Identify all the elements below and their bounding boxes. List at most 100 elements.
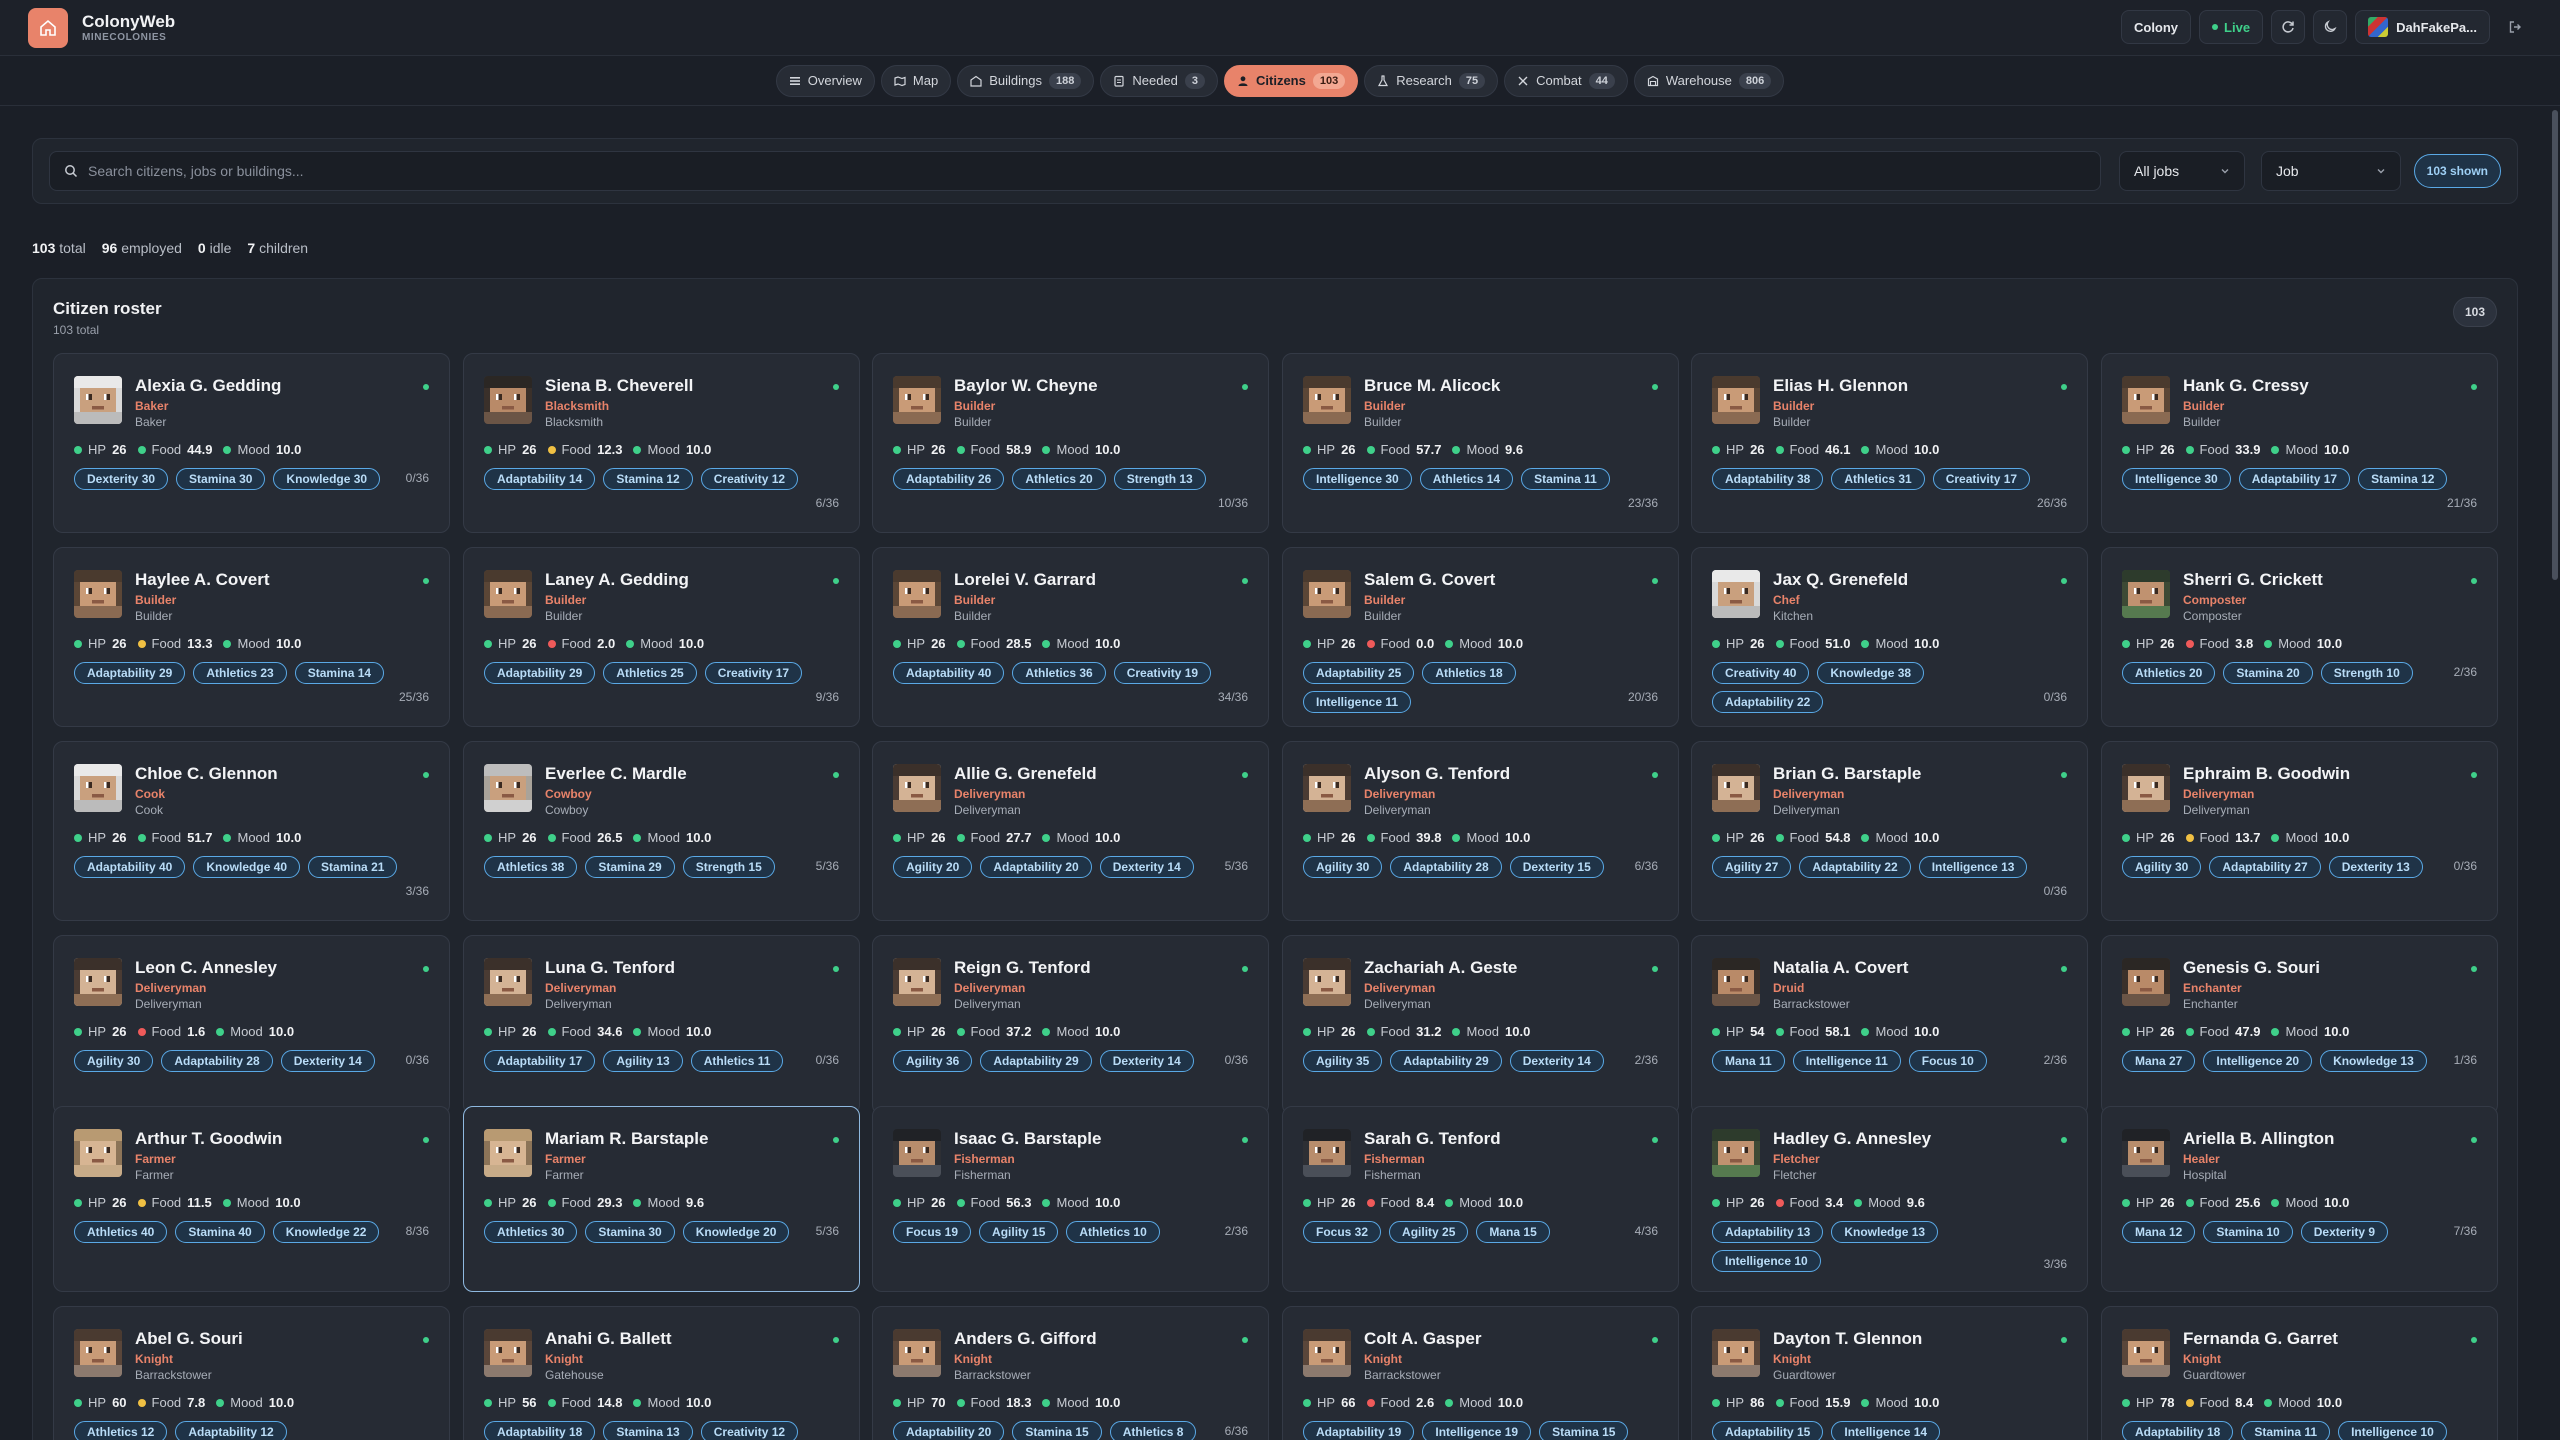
sort-select[interactable]: Job — [2261, 151, 2401, 191]
citizen-card[interactable]: Sarah G. Tenford Fisherman Fisherman HP 26 Fo… — [1282, 1106, 1679, 1292]
scrollbar-thumb[interactable] — [2552, 110, 2558, 580]
skill-badge: Stamina 15 — [1012, 1421, 1102, 1440]
citizen-card[interactable]: Baylor W. Cheyne Builder Builder HP 26 Food 58… — [872, 353, 1269, 533]
job-filter-select[interactable]: All jobs — [2119, 151, 2245, 191]
citizen-card[interactable]: Mariam R. Barstaple Farmer Farmer HP 26 Food 2… — [463, 1106, 860, 1292]
skill-badge: Athletics 31 — [1831, 468, 1925, 490]
tab-overview[interactable]: Overview — [775, 64, 875, 97]
citizen-card[interactable]: Dayton T. Glennon Knight Guardtower HP 86 Foo… — [1691, 1306, 2088, 1440]
citizen-name: Sarah G. Tenford — [1364, 1129, 1501, 1148]
colony-button[interactable]: Colony — [2120, 10, 2192, 44]
citizen-card[interactable]: Luna G. Tenford Deliveryman Deliveryman HP 2… — [463, 935, 860, 1115]
citizen-name: Haylee A. Covert — [135, 570, 270, 589]
status-dot-icon — [1242, 966, 1248, 972]
food-value: 56.3 — [1006, 1195, 1032, 1210]
food-label: Food — [561, 442, 592, 457]
map-icon — [894, 75, 906, 87]
citizen-card[interactable]: Haylee A. Covert Builder Builder HP 26 Food 13… — [53, 547, 450, 727]
home-logo-icon[interactable] — [28, 8, 68, 48]
citizen-card[interactable]: Abel G. Souri Knight Barrackstower HP 60 Food… — [53, 1306, 450, 1440]
user-avatar — [2368, 17, 2389, 37]
citizen-avatar — [2122, 958, 2170, 1006]
food-value: 15.9 — [1825, 1395, 1851, 1410]
citizen-building: Gatehouse — [545, 1368, 604, 1382]
citizen-card[interactable]: Genesis G. Souri Enchanter Enchanter HP 26 Fo… — [2101, 935, 2498, 1115]
status-dot-icon — [1242, 1337, 1248, 1343]
citizen-progress: 5/36 — [1224, 859, 1248, 873]
mood-dot-icon — [1445, 1198, 1454, 1207]
mood-dot-icon — [1861, 833, 1870, 842]
citizen-card[interactable]: Lorelei V. Garrard Builder Builder HP 26 Food… — [872, 547, 1269, 727]
mood-dot-icon — [223, 833, 232, 842]
search-box[interactable] — [49, 151, 2101, 191]
citizen-building: Guardtower — [1773, 1368, 1836, 1382]
citizen-card[interactable]: Alyson G. Tenford Deliveryman Deliveryman H… — [1282, 741, 1679, 921]
tab-citizens[interactable]: Citizens 103 — [1224, 64, 1359, 97]
citizen-card[interactable]: Elias H. Glennon Builder Builder HP 26 Food 46… — [1691, 353, 2088, 533]
citizen-card[interactable]: Leon C. Annesley Deliveryman Deliveryman HP… — [53, 935, 450, 1115]
citizen-card[interactable]: Zachariah A. Geste Deliveryman Deliveryman… — [1282, 935, 1679, 1115]
citizen-building: Deliveryman — [1364, 803, 1431, 817]
warehouse-icon — [1647, 75, 1659, 87]
theme-toggle-button[interactable] — [2313, 10, 2348, 44]
tab-map[interactable]: Map — [880, 64, 952, 97]
status-dot-icon — [2061, 1137, 2067, 1143]
citizen-avatar — [484, 1329, 532, 1377]
mood-value: 10.0 — [2316, 636, 2343, 651]
citizen-job: Builder — [1364, 593, 1406, 607]
citizen-card[interactable]: Hank G. Cressy Builder Builder HP 26 Food 33.9… — [2101, 353, 2498, 533]
citizen-job: Builder — [954, 399, 996, 413]
citizen-card[interactable]: Natalia A. Covert Druid Barrackstower HP 54 F… — [1691, 935, 2088, 1115]
citizen-card[interactable]: Salem G. Covert Builder Builder HP 26 Food 0.0… — [1282, 547, 1679, 727]
user-menu[interactable]: DahFakePa... — [2355, 10, 2490, 44]
citizen-card[interactable]: Ephraim B. Goodwin Deliveryman Deliveryman… — [2101, 741, 2498, 921]
citizen-card[interactable]: Fernanda G. Garret Knight Guardtower HP 78 Fo… — [2101, 1306, 2498, 1440]
tab-combat[interactable]: Combat 44 — [1504, 64, 1628, 97]
mood-dot-icon — [1861, 639, 1870, 648]
tab-buildings[interactable]: Buildings 188 — [957, 64, 1095, 97]
citizen-card[interactable]: Brian G. Barstaple Deliveryman Deliveryman… — [1691, 741, 2088, 921]
brand[interactable]: ColonyWeb MINECOLONIES — [28, 8, 175, 48]
status-dot-icon — [833, 1137, 839, 1143]
food-value: 31.2 — [1416, 1024, 1442, 1039]
status-dot-icon — [2061, 384, 2067, 390]
citizen-card[interactable]: Everlee C. Mardle Cowboy Cowboy HP 26 Food 26.… — [463, 741, 860, 921]
citizen-card[interactable]: Sherri G. Crickett Composter Composter HP 26… — [2101, 547, 2498, 727]
citizen-card[interactable]: Allie G. Grenefeld Deliveryman Deliveryman… — [872, 741, 1269, 921]
citizen-name: Alyson G. Tenford — [1364, 764, 1511, 783]
citizen-name: Brian G. Barstaple — [1773, 764, 1922, 783]
citizen-card[interactable]: Chloe C. Glennon Cook Cook HP 26 Food 51.7 Mood… — [53, 741, 450, 921]
citizen-card[interactable]: Jax Q. Grenefeld Chef Kitchen HP 26 Food 51.0 M… — [1691, 547, 2088, 727]
citizen-card[interactable]: Siena B. Cheverell Blacksmith Blacksmith HP… — [463, 353, 860, 533]
tab-research[interactable]: Research 75 — [1364, 64, 1499, 97]
skill-badge: Stamina 10 — [2203, 1221, 2293, 1243]
skill-badge: Agility 25 — [1389, 1221, 1469, 1243]
mood-label: Mood — [1875, 442, 1909, 457]
logout-button[interactable] — [2498, 10, 2532, 44]
skill-badge: Stamina 20 — [2223, 662, 2313, 684]
citizen-card[interactable]: Ariella B. Allington Healer Hospital HP 26 Fo… — [2101, 1106, 2498, 1292]
search-input[interactable] — [88, 163, 2086, 179]
citizen-card[interactable]: Anders G. Gifford Knight Barrackstower HP 70… — [872, 1306, 1269, 1440]
citizen-vitals: HP 26 Food 33.9 Mood 10.0 — [2122, 442, 2360, 457]
citizen-card[interactable]: Hadley G. Annesley Fletcher Fletcher HP 26 Fo… — [1691, 1106, 2088, 1292]
citizen-card[interactable]: Colt A. Gasper Knight Barrackstower HP 66 Foo… — [1282, 1306, 1679, 1440]
skill-badge: Adaptability 29 — [1390, 1050, 1502, 1072]
food-dot-icon — [547, 639, 556, 648]
hp-dot-icon — [2122, 1027, 2130, 1036]
citizen-card[interactable]: Isaac G. Barstaple Fisherman Fisherman HP 26… — [872, 1106, 1269, 1292]
mood-label: Mood — [640, 636, 673, 651]
citizen-name: Anahi G. Ballett — [545, 1329, 672, 1348]
citizen-card[interactable]: Laney A. Gedding Builder Builder HP 26 Food 2.… — [463, 547, 860, 727]
citizen-card[interactable]: Anahi G. Ballett Knight Gatehouse HP 56 Food 1… — [463, 1306, 860, 1440]
citizen-card[interactable]: Reign G. Tenford Deliveryman Deliveryman HP… — [872, 935, 1269, 1115]
tab-needed[interactable]: Needed 3 — [1100, 64, 1219, 97]
skill-badge: Stamina 12 — [2358, 468, 2448, 490]
tab-warehouse[interactable]: Warehouse 806 — [1633, 64, 1785, 97]
citizen-card[interactable]: Bruce M. Alicock Builder Builder HP 26 Food 57… — [1282, 353, 1679, 533]
citizen-card[interactable]: Arthur T. Goodwin Farmer Farmer HP 26 Food 11.… — [53, 1106, 450, 1292]
citizen-name: Bruce M. Alicock — [1364, 376, 1501, 395]
roster-count-badge: 103 — [2453, 297, 2497, 327]
refresh-button[interactable] — [2271, 10, 2306, 44]
citizen-card[interactable]: Alexia G. Gedding Baker Baker HP 26 Food 44.9 M… — [53, 353, 450, 533]
